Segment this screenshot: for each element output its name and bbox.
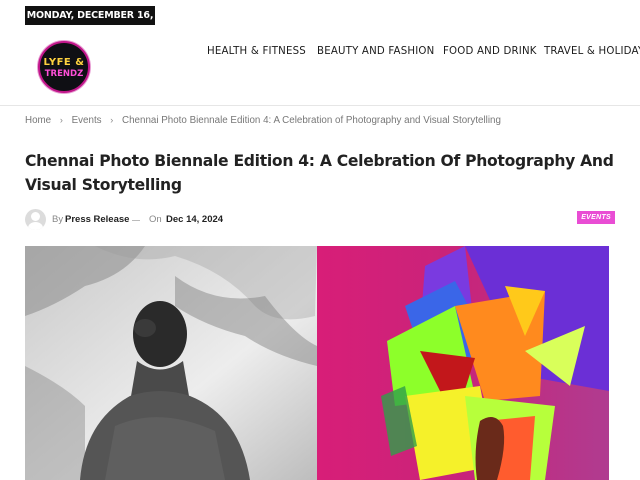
nav-item-travel-holiday[interactable]: TRAVEL & HOLIDAY [544, 46, 640, 57]
site-logo[interactable]: LYFE & TRENDZ [38, 41, 90, 93]
right-photo-color [317, 246, 609, 480]
meta-divider [132, 220, 140, 221]
featured-image-graphic [25, 246, 609, 480]
publish-date: Dec 14, 2024 [166, 214, 224, 225]
breadcrumb: Home › Events › Chennai Photo Biennale E… [25, 115, 501, 126]
breadcrumb-separator-icon: › [59, 115, 63, 125]
breadcrumb-home-link[interactable]: Home [25, 115, 51, 126]
nav-item-beauty-fashion[interactable]: BEAUTY AND FASHION [317, 46, 434, 57]
author-link[interactable]: Press Release [65, 214, 129, 225]
breadcrumb-events-link[interactable]: Events [72, 115, 102, 126]
nav-item-food-drink[interactable]: FOOD AND DRINK [443, 46, 537, 57]
featured-image[interactable] [25, 246, 609, 480]
on-label: On [149, 214, 162, 225]
author-avatar[interactable] [25, 209, 46, 230]
current-date-badge: MONDAY, DECEMBER 16, 2024 [25, 6, 155, 40]
avatar-body-shape [28, 222, 43, 230]
left-photo-bw [25, 246, 317, 480]
logo-text-line2: TRENDZ [44, 69, 84, 79]
nav-item-health-fitness[interactable]: HEALTH & FITNESS [207, 46, 306, 57]
article-meta: By Press Release On Dec 14, 2024 EVENTS [25, 209, 615, 231]
breadcrumb-separator-icon: › [110, 115, 114, 125]
breadcrumb-current-page: Chennai Photo Biennale Edition 4: A Cele… [122, 115, 501, 126]
avatar-head-shape [31, 212, 40, 221]
header-divider [0, 105, 640, 106]
category-badge[interactable]: EVENTS [577, 211, 615, 224]
logo-text-line1: LYFE & [43, 57, 85, 68]
by-label: By [52, 214, 64, 225]
article-title: Chennai Photo Biennale Edition 4: A Cele… [25, 152, 614, 194]
